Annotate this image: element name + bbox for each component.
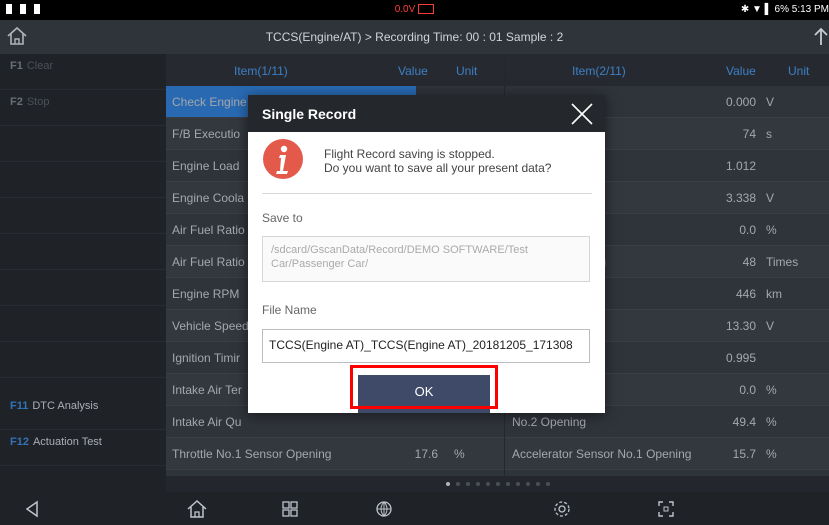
page-title: TCCS(Engine/AT) > Recording Time: 00 : 0…	[265, 30, 564, 44]
app-header: TCCS(Engine/AT) > Recording Time: 00 : 0…	[0, 20, 829, 54]
battery-warning-icon	[418, 4, 435, 15]
voltage-indicator: 0.0V	[0, 4, 829, 15]
file-name-input[interactable]: TCCS(Engine AT)_TCCS(Engine AT)_20181205…	[262, 329, 590, 363]
voltage-text: 0.0V	[394, 4, 416, 15]
browser-icon[interactable]	[374, 499, 396, 519]
close-icon[interactable]	[569, 101, 595, 127]
ok-button-highlight	[350, 365, 498, 409]
dialog-header: Single Record	[248, 95, 605, 132]
screenshot-icon[interactable]	[656, 499, 678, 519]
bottom-navigation	[0, 492, 829, 525]
info-icon	[262, 138, 304, 180]
recent-apps-icon[interactable]	[280, 499, 302, 519]
home-nav-icon[interactable]	[186, 499, 208, 519]
save-path-field: /sdcard/GscanData/Record/DEMO SOFTWARE/T…	[262, 236, 590, 282]
status-bar: 0.0V ✱ ▼ ▌ 6% 5:13 PM	[0, 0, 829, 20]
settings-gear-icon[interactable]	[552, 499, 574, 519]
dialog-title: Single Record	[262, 106, 357, 122]
system-status: ✱ ▼ ▌ 6% 5:13 PM	[740, 4, 829, 15]
save-to-label: Save to	[262, 211, 303, 225]
message-line-1: Flight Record saving is stopped.	[324, 147, 495, 161]
back-icon[interactable]	[22, 499, 44, 519]
divider	[262, 193, 592, 194]
dialog-message: Flight Record saving is stopped. Do you …	[324, 147, 551, 175]
upload-icon[interactable]	[811, 25, 829, 49]
message-line-2: Do you want to save all your present dat…	[324, 161, 552, 175]
file-name-label: File Name	[262, 303, 317, 317]
